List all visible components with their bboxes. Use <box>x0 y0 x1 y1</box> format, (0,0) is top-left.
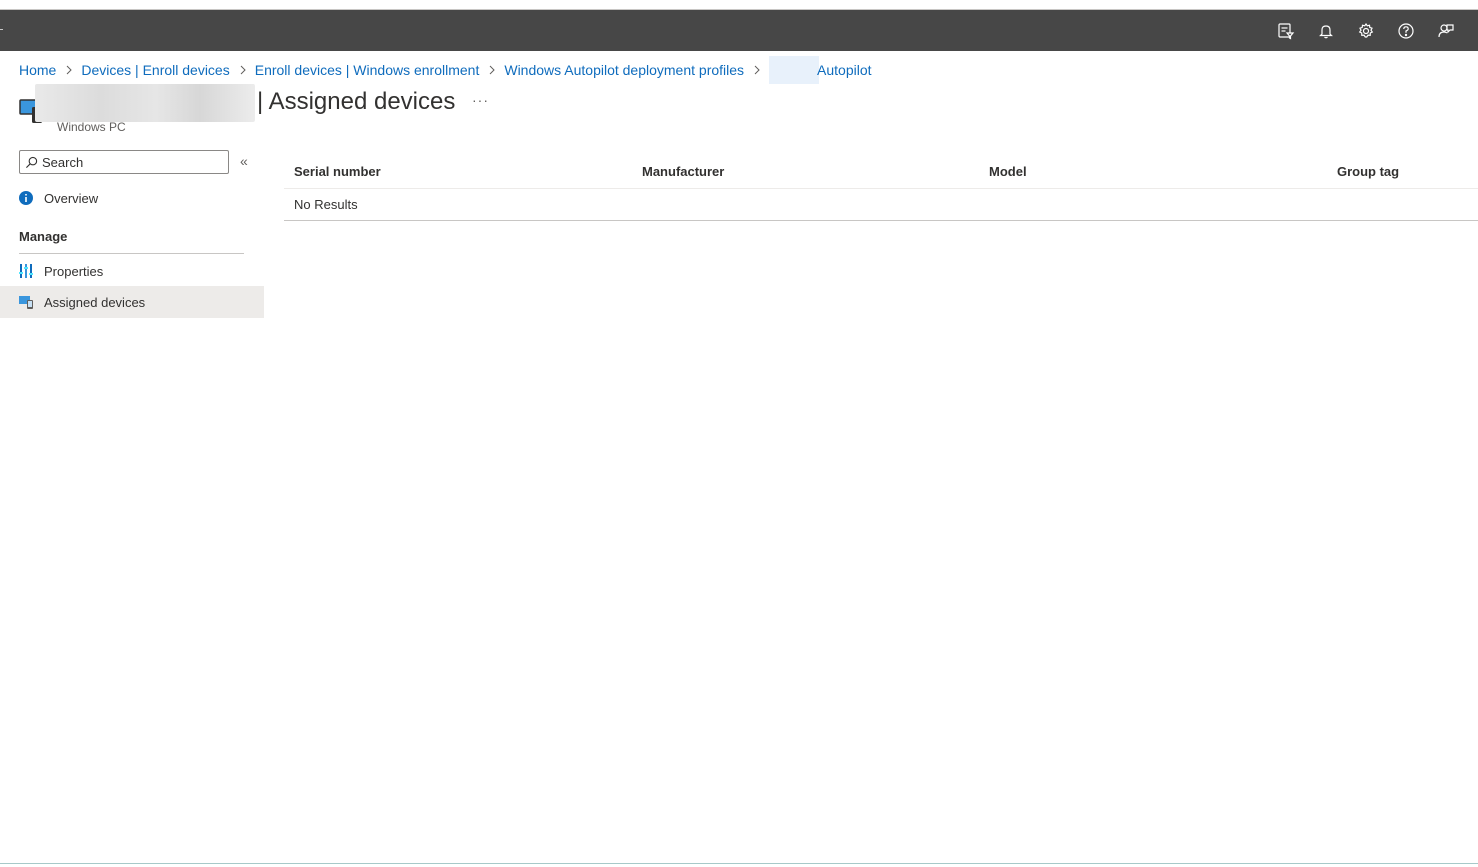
column-serial-number[interactable]: Serial number <box>284 164 632 179</box>
sidebar-item-label: Properties <box>44 263 104 279</box>
table-empty-row: No Results <box>284 189 1478 221</box>
chevron-right-icon <box>239 65 247 75</box>
sidebar-item-label: Assigned devices <box>44 294 146 310</box>
page-title: | Assigned devices <box>257 88 456 115</box>
redacted-profile-name <box>35 84 255 122</box>
feedback-icon[interactable] <box>1426 10 1466 51</box>
sidebar-section-manage: Manage <box>19 229 68 244</box>
page-subtitle: Windows PC <box>57 120 126 134</box>
info-icon <box>0 191 44 205</box>
search-input[interactable] <box>42 152 222 172</box>
column-group-tag[interactable]: Group tag <box>1327 164 1477 179</box>
window-bottom-border <box>0 863 1478 864</box>
breadcrumb-home[interactable]: Home <box>19 62 56 78</box>
chevron-right-icon <box>753 65 761 75</box>
breadcrumb-autopilot-profiles[interactable]: Windows Autopilot deployment profiles <box>504 62 744 78</box>
topbar-edge-mark <box>0 29 3 30</box>
portal-topbar <box>0 10 1478 51</box>
sidebar-item-overview[interactable]: Overview <box>0 182 264 214</box>
sidebar-item-label: Overview <box>44 190 99 206</box>
breadcrumb-enroll-devices[interactable]: Devices | Enroll devices <box>81 62 229 78</box>
sidebar-item-assigned-devices[interactable]: Assigned devices <box>0 286 264 318</box>
collapse-sidebar-button[interactable]: « <box>240 153 248 169</box>
breadcrumb: Home Devices | Enroll devices Enroll dev… <box>19 56 872 84</box>
properties-icon <box>0 264 44 278</box>
topbar-icons <box>1266 10 1466 51</box>
divider <box>19 253 244 254</box>
assigned-devices-table: Serial number Manufacturer Model Group t… <box>284 155 1478 221</box>
help-icon[interactable] <box>1386 10 1426 51</box>
breadcrumb-profile[interactable]: Autopilot <box>817 62 871 78</box>
chevron-right-icon <box>488 65 496 75</box>
devices-icon <box>0 295 44 309</box>
search-icon <box>20 156 42 169</box>
breadcrumb-windows-enrollment[interactable]: Enroll devices | Windows enrollment <box>255 62 480 78</box>
more-options-button[interactable]: ··· <box>472 92 489 108</box>
gear-icon[interactable] <box>1346 10 1386 51</box>
bell-icon[interactable] <box>1306 10 1346 51</box>
sidebar-search[interactable] <box>19 150 229 174</box>
sidebar-item-properties[interactable]: Properties <box>0 255 264 287</box>
column-model[interactable]: Model <box>979 164 1327 179</box>
redacted-text <box>769 56 820 84</box>
portal-filter-icon[interactable] <box>1266 10 1306 51</box>
chevron-right-icon <box>65 65 73 75</box>
browser-top-strip <box>0 0 1478 10</box>
table-header: Serial number Manufacturer Model Group t… <box>284 155 1478 189</box>
column-manufacturer[interactable]: Manufacturer <box>632 164 979 179</box>
